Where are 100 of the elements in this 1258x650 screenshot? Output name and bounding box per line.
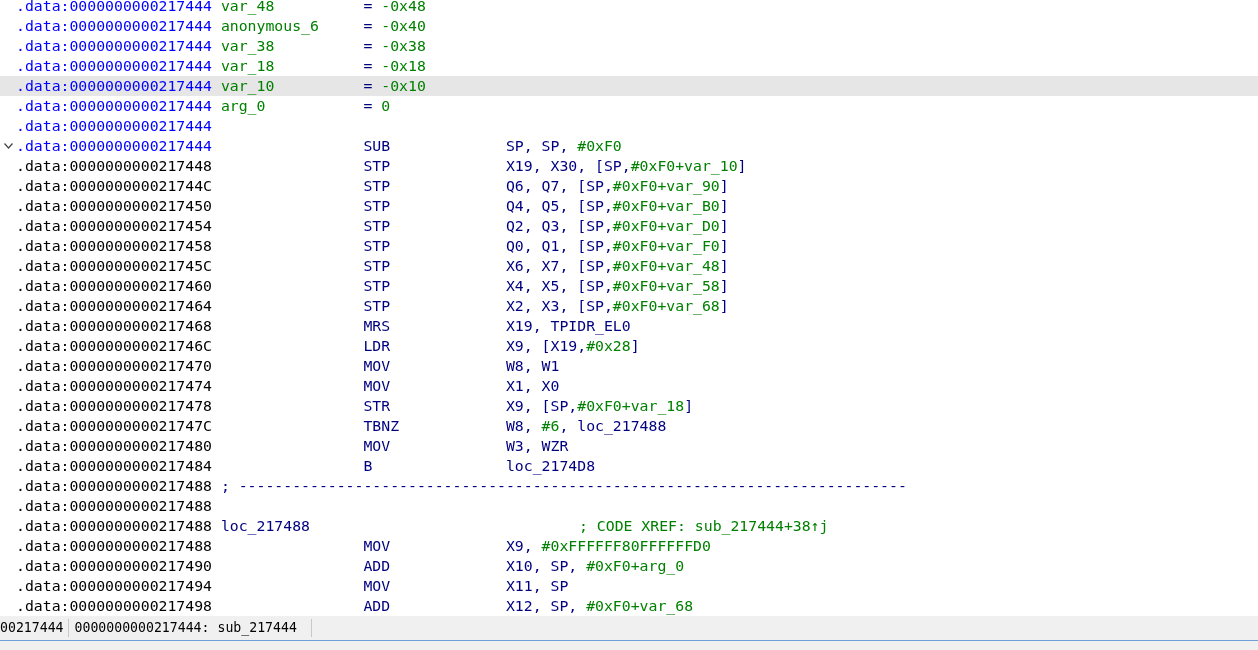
operand-register: ] xyxy=(719,257,729,274)
equals-sign: = xyxy=(363,97,373,114)
equals-sign: = xyxy=(363,77,373,94)
operand-register: X9, [SP, xyxy=(505,397,578,414)
stack-variable-name: var_10 xyxy=(220,76,276,96)
operand-register: loc_2174D8 xyxy=(505,457,596,474)
mnemonic: STP xyxy=(363,196,392,216)
status-text: 0000000000217444: sub_217444 xyxy=(68,619,312,637)
operand-register: X11, SP xyxy=(505,577,569,594)
line-address: .data:000000000021747C xyxy=(16,416,213,436)
stack-variable-name: var_48 xyxy=(220,0,276,16)
operand-register: ] xyxy=(719,197,729,214)
mnemonic: MOV xyxy=(363,536,392,556)
mnemonic: MOV xyxy=(363,576,392,596)
line-address: .data:0000000000217488 xyxy=(16,516,213,536)
operand-register: X12, SP, xyxy=(505,597,579,614)
operand-register: Q6, Q7, [SP, xyxy=(505,177,613,194)
line-address: .data:0000000000217464 xyxy=(16,296,213,316)
mnemonic: SUB xyxy=(363,136,392,156)
code-label[interactable]: loc_217488 xyxy=(220,516,364,536)
line-address: .data:0000000000217458 xyxy=(16,236,213,256)
stack-variable-name: var_18 xyxy=(220,56,276,76)
line-address: .data:0000000000217468 xyxy=(16,316,213,336)
mnemonic: TBNZ xyxy=(363,416,401,436)
stack-variable-name: arg_0 xyxy=(220,96,267,116)
line-address: .data:0000000000217460 xyxy=(16,276,213,296)
operand-register: SP, SP, xyxy=(505,137,570,154)
mnemonic: STP xyxy=(363,296,392,316)
line-address: .data:0000000000217488 xyxy=(16,536,213,556)
operand-register: ] xyxy=(719,237,729,254)
line-address: .data:0000000000217474 xyxy=(16,376,213,396)
mnemonic: STR xyxy=(363,396,392,416)
operand-value: #0xFFFFFF80FFFFFFD0 xyxy=(541,537,711,554)
operand-register: W8, W1 xyxy=(505,357,560,374)
operand-register: X9, [X19, xyxy=(505,337,587,354)
operand-value: #6 xyxy=(541,417,560,434)
operand-value: #0xF0+var_10 xyxy=(630,157,738,174)
line-address: .data:0000000000217444 xyxy=(16,116,213,136)
line-address: .data:0000000000217444 xyxy=(16,16,213,36)
line-address: .data:0000000000217448 xyxy=(16,156,213,176)
line-address: .data:000000000021746C xyxy=(16,336,213,356)
mnemonic: MOV xyxy=(363,376,392,396)
operand-register: X19, TPIDR_EL0 xyxy=(505,317,631,334)
operand-register: X19, X30, [SP, xyxy=(505,157,631,174)
collapse-chevron-icon[interactable] xyxy=(3,143,13,149)
line-address: .data:0000000000217490 xyxy=(16,556,213,576)
line-address: .data:000000000021744C xyxy=(16,176,213,196)
line-address: .data:0000000000217494 xyxy=(16,576,213,596)
xref-comment[interactable]: ; CODE XREF: sub_217444+38↑j xyxy=(579,516,829,536)
stack-variable-name: var_38 xyxy=(220,36,276,56)
equals-sign: = xyxy=(363,17,373,34)
line-address: .data:000000000021745C xyxy=(16,256,213,276)
line-address: .data:0000000000217444 xyxy=(16,36,213,56)
operand-register: Q4, Q5, [SP, xyxy=(505,197,613,214)
line-address: .data:0000000000217488 xyxy=(16,496,213,516)
line-address: .data:0000000000217444 xyxy=(16,96,213,116)
mnemonic: MOV xyxy=(363,356,392,376)
mnemonic: STP xyxy=(363,176,392,196)
operand-value: #0xF0+var_68 xyxy=(612,297,720,314)
stack-offset: -0x40 xyxy=(381,16,426,36)
mnemonic: ADD xyxy=(363,556,392,576)
stack-variable-name: anonymous_6 xyxy=(220,16,320,36)
operand-register: ] xyxy=(630,337,640,354)
operand-register: W8, xyxy=(505,417,534,434)
operand-register: Q2, Q3, [SP, xyxy=(505,217,613,234)
operand-value: #0xF0+var_90 xyxy=(612,177,720,194)
operand-value: #0xF0+var_F0 xyxy=(612,237,720,254)
operand-register: W3, WZR xyxy=(505,437,569,454)
mnemonic: LDR xyxy=(363,336,392,356)
operand-register: ] xyxy=(719,297,729,314)
line-address: .data:0000000000217488 xyxy=(16,476,213,496)
operand-register: X9, xyxy=(505,537,534,554)
stack-offset: -0x48 xyxy=(381,0,426,16)
operand-value: #0xF0+var_B0 xyxy=(612,197,720,214)
operand-value: #0x28 xyxy=(586,337,631,354)
operand-register: ] xyxy=(737,157,747,174)
operand-value: #0xF0 xyxy=(577,137,622,154)
operand-register: ] xyxy=(684,397,694,414)
operand-register: ] xyxy=(719,217,729,234)
operand-value: #0xF0+var_68 xyxy=(586,597,694,614)
operand-register: ] xyxy=(719,177,729,194)
line-address: .data:0000000000217480 xyxy=(16,436,213,456)
line-address: .data:0000000000217444 xyxy=(16,0,213,16)
mnemonic: MOV xyxy=(363,436,392,456)
mnemonic: STP xyxy=(363,236,392,256)
line-address: .data:0000000000217470 xyxy=(16,356,213,376)
mnemonic: B xyxy=(363,456,374,476)
equals-sign: = xyxy=(363,57,373,74)
mnemonic: STP xyxy=(363,216,392,236)
stack-offset: -0x10 xyxy=(381,76,426,96)
operand-value: #0xF0+arg_0 xyxy=(586,557,685,574)
stack-offset: 0 xyxy=(381,96,392,116)
operand-register: , loc_217488 xyxy=(559,417,667,434)
operand-value: #0xF0+var_58 xyxy=(612,277,720,294)
operand-register: X4, X5, [SP, xyxy=(505,277,613,294)
line-address: .data:0000000000217454 xyxy=(16,216,213,236)
line-address: .data:0000000000217444 xyxy=(16,56,213,76)
equals-sign: = xyxy=(363,0,373,14)
separator-comment: ; --------------------------------------------------------------------------- xyxy=(220,476,907,496)
operand-register: X10, SP, xyxy=(505,557,579,574)
